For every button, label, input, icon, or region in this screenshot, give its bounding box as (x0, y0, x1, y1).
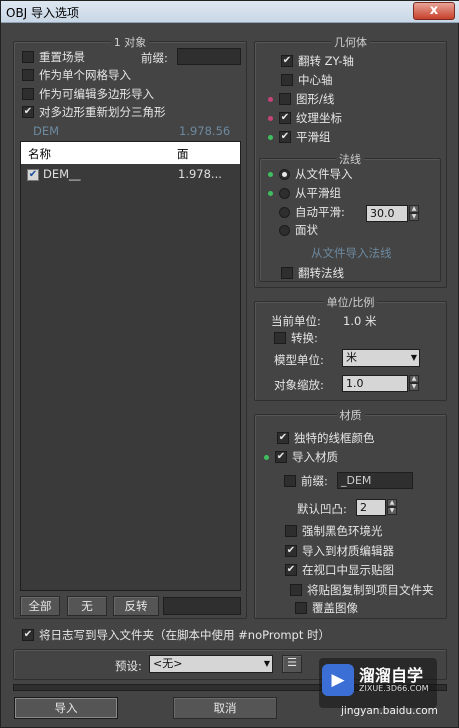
material-prefix-field[interactable]: _DEM (337, 472, 413, 489)
column-faces-header[interactable]: 面 (177, 146, 189, 162)
green-dot-icon (264, 454, 269, 460)
title-bar: OBJ 导入选项 x (1, 1, 459, 23)
current-units-value: 1.0 米 (343, 314, 377, 328)
invert-selection-button[interactable]: 反转 (113, 596, 159, 616)
default-bump-spinner[interactable]: ▲ ▼ (387, 499, 397, 516)
force-black-ambient-checkbox[interactable]: 强制黑色环境光 (285, 523, 383, 539)
selection-filter-field[interactable] (163, 597, 241, 615)
materials-group-title: 材质 (336, 409, 365, 422)
normals-faceted-radio[interactable]: 面状 (279, 222, 318, 238)
select-all-button[interactable]: 全部 (20, 596, 60, 616)
chevron-down-icon: ▼ (410, 353, 417, 362)
preset-list-icon[interactable]: ☰ (282, 655, 302, 673)
convert-checkbox[interactable]: 转换: (274, 330, 318, 346)
object-scale-spinner[interactable]: ▲ ▼ (409, 375, 419, 392)
list-header: 名称 面 (21, 142, 240, 164)
close-button[interactable]: x (413, 2, 455, 20)
show-maps-in-viewport-checkbox[interactable]: ✔ 在视口中显示贴图 (285, 562, 394, 578)
model-units-dropdown[interactable]: 米 ▼ (342, 349, 420, 367)
preset-dropdown[interactable]: <无> ▼ (149, 655, 273, 673)
red-dot-icon (268, 96, 273, 102)
object-scale-label: 对象缩放: (274, 378, 324, 392)
obj-import-dialog: OBJ 导入选项 x 1 对象 重置场景 前缀: 作为单个网格导入 作为可编辑多… (0, 0, 459, 728)
watermark-brand: 溜溜自学 (359, 666, 424, 685)
reset-scene-checkbox[interactable]: 重置场景 (22, 49, 85, 65)
cancel-button[interactable]: 取消 (173, 697, 277, 719)
object-prefix-field[interactable] (177, 48, 241, 65)
dim-object-label: DEM (33, 124, 60, 138)
import-button[interactable]: 导入 (14, 697, 118, 719)
smooth-groups-checkbox[interactable]: ✔ 平滑组 (268, 129, 331, 145)
list-item-checkbox[interactable]: ✔ (27, 169, 39, 181)
flip-zy-checkbox[interactable]: ✔ 翻转 ZY-轴 (281, 53, 354, 69)
green-dot-icon (268, 134, 273, 140)
texture-coords-checkbox[interactable]: ✔ 纹理坐标 (268, 110, 342, 126)
watermark-logo: ▶ (322, 664, 354, 696)
geometry-group-title: 几何体 (331, 36, 370, 49)
copy-maps-checkbox[interactable]: 将贴图复制到项目文件夹 (290, 582, 434, 598)
import-editable-poly-checkbox[interactable]: 作为可编辑多边形导入 (22, 86, 154, 102)
retriangulate-checkbox[interactable]: ✔ 对多边形重新划分三角形 (22, 104, 166, 120)
shapes-checkbox[interactable]: 图形/线 (268, 91, 334, 107)
normals-group-title: 法线 (336, 153, 364, 166)
objects-group-title: 1 对象 (110, 36, 150, 49)
unique-wire-color-checkbox[interactable]: ✔ 独特的线框颜色 (277, 430, 375, 446)
column-name-header[interactable]: 名称 (28, 146, 51, 162)
select-none-button[interactable]: 无 (67, 596, 107, 616)
object-scale-field[interactable]: 1.0 (342, 375, 408, 392)
write-log-checkbox[interactable]: ✔ 将日志写到导入文件夹（在脚本中使用 #noPrompt 时） (22, 627, 330, 643)
watermark-corner-text: jingyan.baidu.com (341, 705, 438, 717)
normals-from-smooth-radio[interactable]: 从平滑组 (268, 185, 341, 201)
model-units-label: 模型单位: (274, 353, 324, 367)
auto-smooth-value-field[interactable]: 30.0 (366, 205, 408, 222)
preset-label: 预设: (115, 659, 142, 673)
default-bump-field[interactable]: 2 (356, 499, 386, 516)
list-item-faces: 1.978... (178, 167, 222, 181)
current-units-label: 当前单位: (271, 314, 321, 328)
default-bump-label: 默认凹凸: (297, 502, 347, 516)
dim-normals-label: 从文件导入法线 (311, 246, 392, 260)
chevron-down-icon: ▼ (263, 659, 270, 668)
watermark-url: ZIXUE.3D66.COM (359, 684, 429, 693)
list-item[interactable]: ✔ DEM__ 1.978... (21, 166, 240, 183)
import-materials-checkbox[interactable]: ✔ 导入材质 (264, 449, 338, 465)
normals-from-file-radio[interactable]: 从文件导入 (268, 166, 353, 182)
auto-smooth-spinner[interactable]: ▲ ▼ (409, 205, 419, 222)
material-prefix-checkbox[interactable]: 前缀: (284, 473, 328, 489)
center-pivot-checkbox[interactable]: 中心轴 (281, 72, 333, 88)
prefix-label: 前缀: (141, 51, 168, 65)
green-dot-icon (268, 171, 273, 177)
watermark: ▶ 溜溜自学 ZIXUE.3D66.COM (319, 658, 437, 708)
window-title: OBJ 导入选项 (6, 6, 80, 20)
dim-faces-label: 1.978.56 (179, 124, 231, 138)
model-units-value: 米 (346, 351, 357, 364)
object-list[interactable]: 名称 面 ✔ DEM__ 1.978... (20, 141, 241, 591)
red-dot-icon (268, 115, 273, 121)
green-dot-icon (268, 190, 273, 196)
units-group-title: 单位/比例 (323, 296, 378, 309)
normals-auto-smooth-radio[interactable]: 自动平滑: (279, 204, 345, 220)
overwrite-images-checkbox[interactable]: 覆盖图像 (295, 600, 358, 616)
flip-normals-checkbox[interactable]: 翻转法线 (281, 265, 344, 281)
import-to-editor-checkbox[interactable]: ✔ 导入到材质编辑器 (285, 543, 394, 559)
preset-value: <无> (153, 657, 183, 670)
import-single-mesh-checkbox[interactable]: 作为单个网格导入 (22, 67, 131, 83)
list-item-name: DEM__ (43, 167, 81, 181)
